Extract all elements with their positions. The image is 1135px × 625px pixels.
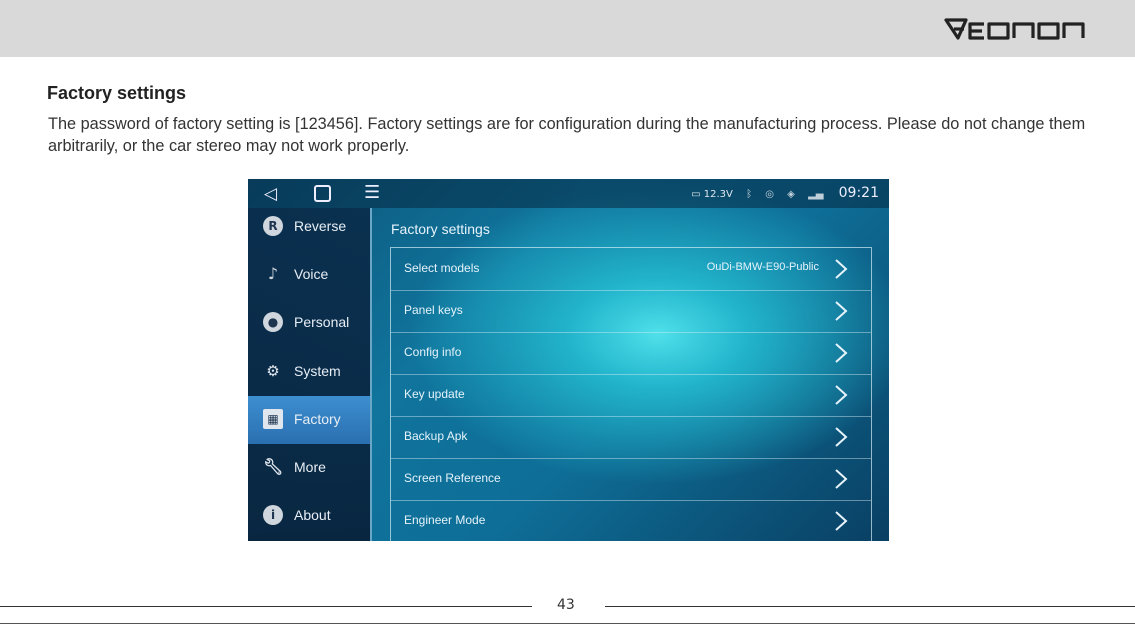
reverse-icon: R — [263, 216, 283, 236]
chevron-right-icon — [835, 301, 848, 321]
home-icon[interactable] — [314, 185, 331, 202]
voltage-label: 12.3V — [703, 189, 733, 200]
sidebar-item-system[interactable]: ⚙ System — [248, 348, 370, 396]
footer-rule-right — [605, 606, 1135, 607]
sidebar-item-factory[interactable]: ▦ Factory — [248, 396, 370, 444]
row-label: Select models — [404, 261, 480, 275]
device-screen: ◁ ☰ ▭ 12.3V ᛒ ◎ ◈ ▂▄ 09:21 R Reverse ♪ V… — [248, 179, 889, 541]
row-value: OuDi-BMW-E90-Public — [706, 261, 819, 273]
row-config-info[interactable]: Config info — [391, 332, 871, 375]
sidebar-item-about[interactable]: i About — [248, 492, 370, 540]
row-backup-apk[interactable]: Backup Apk — [391, 416, 871, 459]
chevron-right-icon — [835, 427, 848, 447]
row-key-update[interactable]: Key update — [391, 374, 871, 417]
row-label: Key update — [404, 387, 465, 401]
footer-rule-left — [0, 606, 532, 607]
row-label: Backup Apk — [404, 429, 468, 443]
gps-icon: ◎ — [765, 189, 774, 200]
battery-icon: ▭ — [691, 189, 701, 200]
section-title: Factory settings — [47, 83, 187, 103]
row-select-models[interactable]: Select models OuDi-BMW-E90-Public — [391, 248, 871, 291]
row-label: Engineer Mode — [404, 513, 486, 527]
row-panel-keys[interactable]: Panel keys — [391, 290, 871, 333]
bottom-rule — [0, 623, 1135, 624]
wrench-icon: 🔧︎ — [263, 457, 284, 476]
settings-sidebar: R Reverse ♪ Voice ● Personal ⚙ System ▦ … — [248, 208, 372, 541]
sidebar-label: Personal — [294, 314, 350, 330]
row-label: Config info — [404, 345, 462, 359]
sidebar-label: System — [294, 363, 341, 379]
bluetooth-icon: ᛒ — [746, 189, 753, 200]
eonon-logo — [944, 18, 1085, 40]
sidebar-label: Reverse — [294, 218, 347, 234]
info-icon: i — [263, 505, 283, 525]
sidebar-item-reverse[interactable]: R Reverse — [248, 203, 370, 251]
row-engineer-mode[interactable]: Engineer Mode — [391, 500, 871, 541]
sidebar-item-more[interactable]: 🔧︎ More — [248, 444, 370, 492]
signal-icon: ▂▄ — [808, 189, 824, 200]
chevron-right-icon — [835, 511, 848, 531]
chevron-right-icon — [835, 469, 848, 489]
wifi-icon: ◈ — [787, 189, 795, 200]
factory-settings-list: Select models OuDi-BMW-E90-Public Panel … — [390, 247, 872, 541]
sidebar-label: Voice — [294, 266, 329, 282]
system-icon: ⚙ — [266, 362, 280, 380]
chevron-right-icon — [835, 259, 848, 279]
personal-icon: ● — [263, 312, 283, 332]
row-label: Panel keys — [404, 303, 463, 317]
sidebar-item-voice[interactable]: ♪ Voice — [248, 251, 370, 299]
chevron-right-icon — [835, 343, 848, 363]
microphone-icon: ♪ — [267, 264, 279, 283]
menu-icon[interactable]: ☰ — [364, 182, 380, 203]
sidebar-label: Factory — [294, 411, 341, 427]
sidebar-label: More — [294, 459, 326, 475]
factory-icon: ▦ — [263, 409, 283, 429]
status-indicators: ▭ 12.3V ᛒ ◎ ◈ ▂▄ 09:21 — [691, 185, 879, 201]
sidebar-label: About — [294, 507, 331, 523]
sidebar-item-personal[interactable]: ● Personal — [248, 299, 370, 347]
section-body: The password of factory setting is [1234… — [48, 115, 1086, 155]
row-screen-reference[interactable]: Screen Reference — [391, 458, 871, 501]
panel-title: Factory settings — [391, 221, 490, 237]
row-label: Screen Reference — [404, 471, 501, 485]
back-icon[interactable]: ◁ — [264, 184, 277, 204]
chevron-right-icon — [835, 385, 848, 405]
page-number: 43 — [557, 597, 575, 613]
clock: 09:21 — [838, 185, 879, 201]
